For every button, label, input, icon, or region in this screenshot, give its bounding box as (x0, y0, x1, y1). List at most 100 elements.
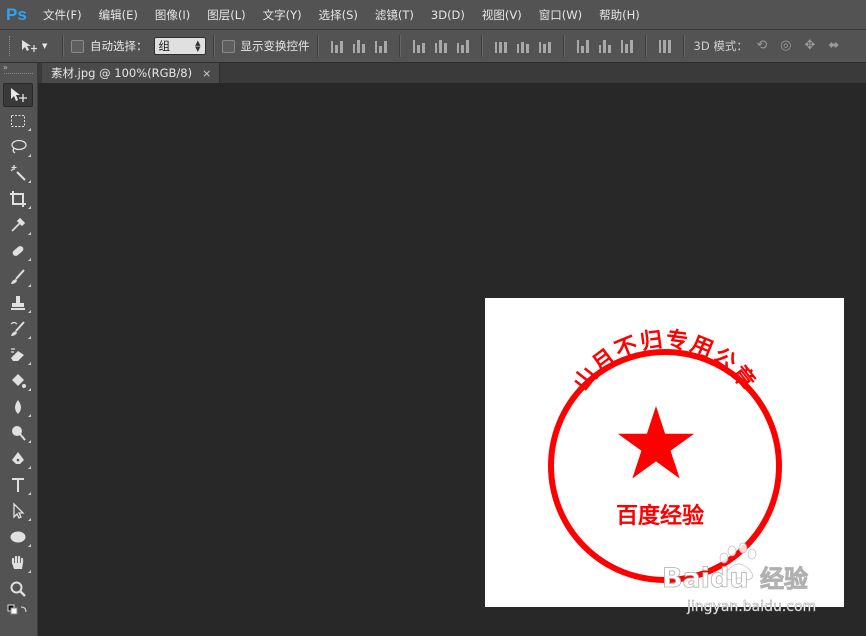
seal-star (617, 406, 695, 479)
align-left-icon[interactable] (412, 39, 425, 53)
chevron-down-icon: ▼ (42, 42, 48, 50)
rotate-3d-icon[interactable]: ⟲ (754, 38, 770, 54)
document-tab[interactable]: 素材.jpg @ 100%(RGB/8) × (42, 63, 221, 83)
hand-glyph-icon (11, 555, 24, 569)
mode-3d-label: 3D 模式： (693, 39, 748, 53)
bucket-glyph-icon (12, 374, 26, 388)
eraser-tool-icon[interactable] (3, 343, 33, 367)
drop-glyph-icon (15, 400, 21, 414)
marquee-tool-icon[interactable] (3, 109, 33, 133)
pen-glyph-icon (12, 452, 24, 464)
menu-image[interactable]: 图像(I) (155, 7, 190, 23)
pen-tool-icon[interactable] (3, 447, 33, 471)
marquee-glyph-icon (11, 115, 25, 127)
auto-align-layers-icon[interactable] (658, 39, 671, 53)
brush-glyph-icon (11, 269, 25, 284)
align-vcenter-icon[interactable] (352, 39, 365, 53)
move-glyph-icon (11, 88, 27, 102)
watermark-brand: Baidu (662, 563, 749, 594)
menu-select[interactable]: 选择(S) (319, 7, 358, 23)
separator (562, 35, 565, 57)
lasso-glyph-icon (11, 139, 27, 154)
menu-window[interactable]: 窗口(W) (539, 7, 582, 23)
auto-select-checkbox[interactable] (71, 39, 84, 53)
seal-bottom-text: 百度经验 (616, 503, 704, 529)
slide-3d-icon[interactable]: ⬌ (826, 38, 842, 54)
path-selection-tool-icon[interactable] (3, 499, 33, 523)
options-bar-grip[interactable] (9, 36, 13, 56)
distribute-hcenter-icon[interactable] (598, 39, 611, 53)
clone-stamp-tool-icon[interactable] (3, 291, 33, 315)
separator (480, 35, 483, 57)
menu-file[interactable]: 文件(F) (43, 7, 82, 23)
dodge-glyph-icon (12, 426, 26, 441)
eyedropper-glyph-icon (11, 217, 26, 232)
tool-preset-picker[interactable]: ▼ (21, 36, 55, 56)
close-icon[interactable]: × (202, 67, 211, 80)
type-tool-icon[interactable] (3, 473, 33, 497)
watermark-url: jingyan.baidu.com (686, 599, 816, 615)
separator (62, 35, 64, 57)
menu-3d[interactable]: 3D(D) (431, 8, 465, 22)
type-glyph-icon (12, 478, 24, 492)
history-brush-tool-icon[interactable] (3, 317, 33, 341)
menu-edit[interactable]: 编辑(E) (99, 7, 138, 23)
align-top-icon[interactable] (330, 39, 343, 53)
distribute-bottom-icon[interactable] (538, 39, 551, 53)
toolbox-collapse-icon[interactable]: » (0, 63, 37, 73)
auto-select-dropdown[interactable]: 组 ▲ ▼ (153, 37, 206, 55)
lasso-tool-icon[interactable] (3, 135, 33, 159)
eyedropper-tool-icon[interactable] (3, 213, 33, 237)
ellipse-tool-icon[interactable] (3, 525, 33, 549)
ellipse-glyph-icon (10, 531, 26, 543)
stamp-glyph-icon (11, 296, 25, 310)
align-right-icon[interactable] (456, 39, 469, 53)
separator (398, 35, 401, 57)
brush-tool-icon[interactable] (3, 265, 33, 289)
wand-glyph-icon (10, 165, 26, 181)
color-swatches-icon[interactable] (3, 603, 33, 617)
separator (644, 35, 647, 57)
options-bar: ▼ 自动选择： 组 ▲ ▼ 显示变换控件 3D 模式： ⟲ ◎ ✥ ⬌ (0, 30, 866, 63)
paint-bucket-tool-icon[interactable] (3, 369, 33, 393)
distribute-right-icon[interactable] (620, 39, 633, 53)
menu-filter[interactable]: 滤镜(T) (375, 7, 414, 23)
bandage-glyph-icon (12, 246, 24, 256)
path-select-glyph-icon (13, 502, 25, 519)
hand-tool-icon[interactable] (3, 551, 33, 575)
menu-help[interactable]: 帮助(H) (599, 7, 640, 23)
menu-bar: Ps 文件(F) 编辑(E) 图像(I) 图层(L) 文字(Y) 选择(S) 滤… (0, 0, 866, 30)
history-brush-glyph-icon (10, 321, 25, 336)
document-tab-title: 素材.jpg @ 100%(RGB/8) (51, 66, 193, 80)
blur-tool-icon[interactable] (3, 395, 33, 419)
distribute-left-icon[interactable] (576, 39, 589, 53)
distribute-top-icon[interactable] (494, 39, 507, 53)
distribute-vcenter-icon[interactable] (516, 39, 529, 53)
auto-select-label: 自动选择： (90, 39, 148, 53)
baidu-jingyan-watermark: Baidu 经验 jingyan.baidu.com (620, 540, 830, 630)
crop-tool-icon[interactable] (3, 187, 33, 211)
roll-3d-icon[interactable]: ◎ (778, 38, 794, 54)
align-hcenter-icon[interactable] (434, 39, 447, 53)
move-tool-icon[interactable] (3, 83, 33, 107)
healing-brush-tool-icon[interactable] (3, 239, 33, 263)
move-tool-icon (22, 40, 37, 52)
separator (682, 35, 685, 57)
pan-3d-icon[interactable]: ✥ (802, 38, 818, 54)
magic-wand-tool-icon[interactable] (3, 161, 33, 185)
dodge-tool-icon[interactable] (3, 421, 33, 445)
menu-type[interactable]: 文字(Y) (263, 7, 302, 23)
swap-colors-glyph-icon (7, 604, 27, 615)
document-tab-strip: 素材.jpg @ 100%(RGB/8) × (38, 63, 866, 83)
seal-arc-text: 山月不归专用公章 (569, 326, 762, 395)
zoom-tool-icon[interactable] (3, 577, 33, 601)
menu-view[interactable]: 视图(V) (482, 7, 522, 23)
crop-glyph-icon (10, 191, 26, 207)
menu-layer[interactable]: 图层(L) (207, 7, 245, 23)
toolbox: » (0, 63, 38, 636)
toolbox-grip[interactable] (4, 73, 33, 81)
show-transform-label: 显示变换控件 (240, 39, 310, 53)
updown-arrows-icon: ▲ ▼ (195, 39, 201, 53)
align-bottom-icon[interactable] (374, 39, 387, 53)
show-transform-checkbox[interactable] (221, 39, 235, 53)
